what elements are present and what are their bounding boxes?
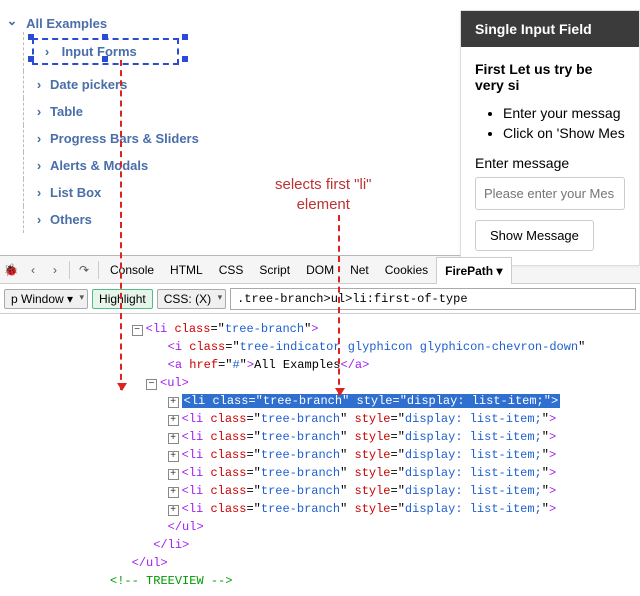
chevron-right-icon [32, 185, 46, 200]
tree-item[interactable]: Date pickers [23, 71, 435, 98]
input-label: Enter message [475, 155, 625, 171]
tab-script[interactable]: Script [251, 256, 298, 283]
chevron-right-icon [40, 44, 54, 59]
expand-icon[interactable]: + [168, 433, 179, 444]
devtools-panel: 🐞 ‹ › ↷ Console HTML CSS Script DOM Net … [0, 255, 640, 596]
tree-item[interactable]: Alerts & Modals [23, 152, 435, 179]
tree-root-label: All Examples [26, 16, 107, 31]
chevron-right-icon [32, 158, 46, 173]
tab-html[interactable]: HTML [162, 256, 211, 283]
demo-card: Single Input Field First Let us try be v… [460, 10, 640, 266]
mode-select[interactable]: CSS: (X) [157, 289, 226, 309]
chevron-right-icon [32, 77, 46, 92]
tree-item-label: Alerts & Modals [50, 158, 148, 173]
back-button[interactable]: ‹ [22, 263, 44, 277]
step-icon[interactable]: ↷ [73, 263, 95, 277]
expand-icon[interactable]: + [168, 415, 179, 426]
tree-item[interactable]: List Box [23, 179, 435, 206]
expand-icon[interactable]: + [168, 505, 179, 516]
tree-item-label: Progress Bars & Sliders [50, 131, 199, 146]
chevron-right-icon [32, 104, 46, 119]
tab-css[interactable]: CSS [211, 256, 252, 283]
tree-item[interactable]: Others [23, 206, 435, 233]
chevron-right-icon [32, 212, 46, 227]
window-select[interactable]: p Window ▾ [4, 289, 88, 309]
tree-item[interactable]: Progress Bars & Sliders [23, 125, 435, 152]
arrow-icon [120, 60, 122, 390]
css-selector-bar: p Window ▾ Highlight CSS: (X) [0, 284, 640, 314]
tab-firepath[interactable]: FirePath ▾ [436, 257, 511, 284]
bug-icon[interactable]: 🐞 [0, 263, 22, 277]
tree-item-input-forms[interactable]: Input Forms [23, 32, 435, 71]
expand-icon[interactable]: + [168, 451, 179, 462]
tree-item-label: Others [50, 212, 92, 227]
card-title: Single Input Field [461, 11, 639, 47]
message-input[interactable] [475, 177, 625, 210]
tree-item-label: List Box [50, 185, 101, 200]
collapse-icon[interactable]: − [146, 379, 157, 390]
tree-item-label: Table [50, 104, 83, 119]
list-item: Enter your messag [503, 103, 625, 123]
chevron-right-icon [32, 131, 46, 146]
tree-item-label: Date pickers [50, 77, 127, 92]
list-item: Click on 'Show Mes [503, 123, 625, 143]
card-lead: First Let us try be very si [475, 61, 625, 93]
expand-icon[interactable]: + [168, 487, 179, 498]
annotation: selects first "li"element [275, 175, 372, 214]
highlight-button[interactable]: Highlight [92, 289, 153, 309]
arrow-icon [338, 215, 340, 395]
expand-icon[interactable]: + [168, 397, 179, 408]
tab-console[interactable]: Console [102, 256, 162, 283]
tab-cookies[interactable]: Cookies [377, 256, 436, 283]
show-message-button[interactable]: Show Message [475, 220, 594, 251]
dom-tree[interactable]: −<li class="tree-branch"> <i class="tree… [0, 314, 640, 596]
css-selector-input[interactable] [230, 288, 636, 310]
forward-button[interactable]: › [44, 263, 66, 277]
comment-node: <!-- TREEVIEW --> [110, 574, 232, 588]
tree-item-label: Input Forms [62, 44, 137, 59]
tab-net[interactable]: Net [342, 256, 377, 283]
tab-dom[interactable]: DOM [298, 256, 342, 283]
selected-node: <li class="tree-branch" style="display: … [182, 394, 561, 408]
chevron-down-icon [5, 16, 19, 32]
collapse-icon[interactable]: − [132, 325, 143, 336]
expand-icon[interactable]: + [168, 469, 179, 480]
tree-item[interactable]: Table [23, 98, 435, 125]
